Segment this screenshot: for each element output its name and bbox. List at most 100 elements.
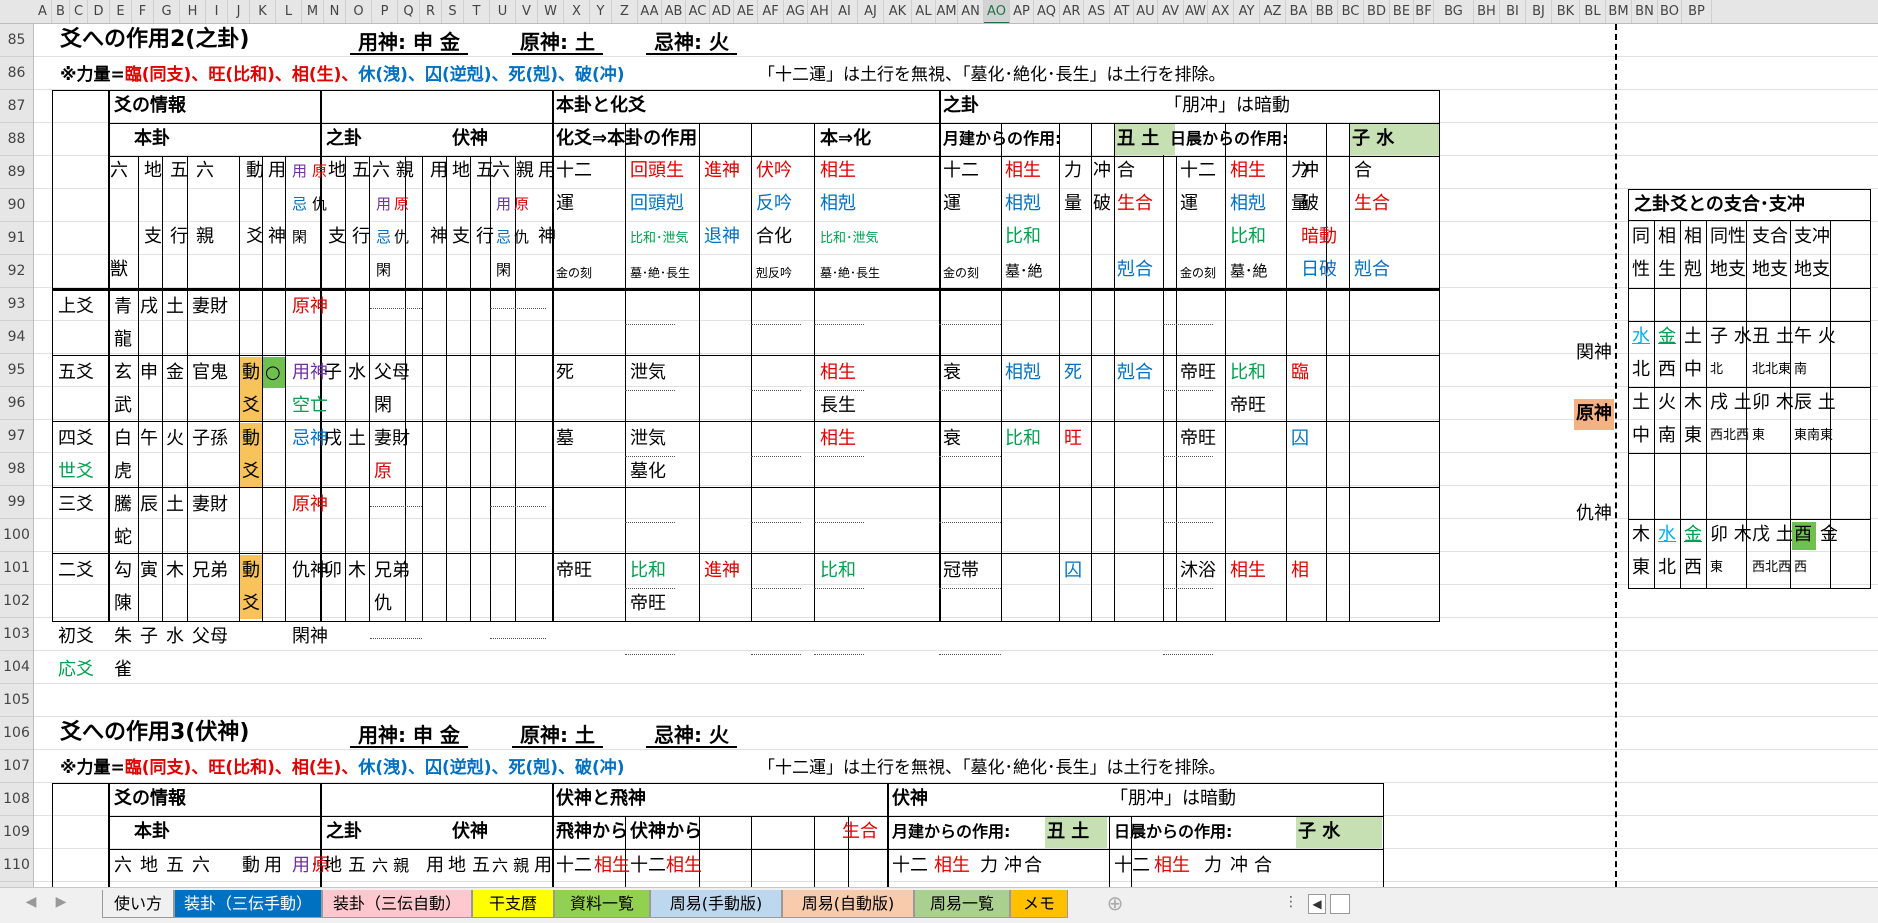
column-header[interactable]: AS bbox=[1084, 0, 1110, 23]
column-header[interactable]: BD bbox=[1364, 0, 1390, 23]
column-header[interactable]: M bbox=[302, 0, 324, 23]
row-header[interactable]: 87 bbox=[0, 90, 33, 123]
column-header[interactable]: AZ bbox=[1260, 0, 1286, 23]
row-header[interactable]: 93 bbox=[0, 288, 33, 321]
scroll-left-icon[interactable]: ◀ bbox=[1308, 894, 1326, 914]
column-header[interactable]: W bbox=[538, 0, 564, 23]
row-header[interactable]: 95 bbox=[0, 354, 33, 387]
row-header[interactable]: 88 bbox=[0, 123, 33, 156]
sheet-tab[interactable]: 装卦（三伝手動） bbox=[174, 890, 322, 918]
column-header[interactable]: K bbox=[250, 0, 276, 23]
row-header[interactable]: 86 bbox=[0, 57, 33, 90]
column-header[interactable]: BJ bbox=[1526, 0, 1552, 23]
prev-sheet-icon[interactable]: ◀ bbox=[22, 894, 40, 910]
row-header[interactable]: 92 bbox=[0, 255, 33, 288]
column-header[interactable]: AF bbox=[758, 0, 784, 23]
sheet-tab[interactable]: 周易(自動版) bbox=[782, 890, 914, 918]
column-header[interactable]: Y bbox=[590, 0, 612, 23]
column-header[interactable]: Z bbox=[612, 0, 638, 23]
row-header[interactable]: 85 bbox=[0, 24, 33, 57]
row-header[interactable]: 103 bbox=[0, 618, 33, 651]
column-header[interactable]: F bbox=[132, 0, 154, 23]
column-header[interactable]: BI bbox=[1500, 0, 1526, 23]
row-header[interactable]: 89 bbox=[0, 156, 33, 189]
column-header[interactable]: D bbox=[88, 0, 110, 23]
column-header[interactable]: H bbox=[180, 0, 206, 23]
sheet-tab[interactable]: 周易(手動版) bbox=[650, 890, 782, 918]
column-header[interactable]: BP bbox=[1682, 0, 1712, 23]
column-header[interactable]: BK bbox=[1552, 0, 1580, 23]
column-header[interactable]: BN bbox=[1632, 0, 1658, 23]
column-header[interactable]: AY bbox=[1234, 0, 1260, 23]
column-header[interactable]: BF bbox=[1414, 0, 1434, 23]
column-header[interactable]: BB bbox=[1312, 0, 1338, 23]
row-header[interactable]: 104 bbox=[0, 651, 33, 684]
row-header[interactable]: 96 bbox=[0, 387, 33, 420]
column-header[interactable]: O bbox=[346, 0, 372, 23]
column-header[interactable]: C bbox=[70, 0, 88, 23]
column-header[interactable]: J bbox=[228, 0, 250, 23]
column-header[interactable]: V bbox=[516, 0, 538, 23]
column-header[interactable]: AC bbox=[686, 0, 710, 23]
column-header[interactable]: AU bbox=[1134, 0, 1158, 23]
horizontal-scrollbar[interactable]: ◀ bbox=[1300, 894, 1878, 914]
scroll-thumb[interactable] bbox=[1330, 894, 1350, 914]
row-header[interactable]: 101 bbox=[0, 552, 33, 585]
column-header[interactable]: U bbox=[490, 0, 516, 23]
column-header[interactable]: I bbox=[206, 0, 228, 23]
row-header[interactable]: 106 bbox=[0, 717, 33, 750]
column-header[interactable]: AT bbox=[1110, 0, 1134, 23]
row-header[interactable]: 98 bbox=[0, 453, 33, 486]
column-header[interactable]: BH bbox=[1474, 0, 1500, 23]
column-header[interactable]: BC bbox=[1338, 0, 1364, 23]
row-header[interactable]: 105 bbox=[0, 684, 33, 717]
row-header[interactable]: 91 bbox=[0, 222, 33, 255]
row-header[interactable]: 107 bbox=[0, 750, 33, 783]
sheet-tab[interactable]: 周易一覧 bbox=[914, 890, 1010, 918]
sheet-tab[interactable]: メモ bbox=[1010, 890, 1068, 918]
column-header[interactable]: A bbox=[34, 0, 52, 23]
add-sheet-icon[interactable]: ⊕ bbox=[1106, 891, 1124, 915]
column-header[interactable]: AE bbox=[734, 0, 758, 23]
column-header[interactable]: AN bbox=[958, 0, 984, 23]
column-header[interactable]: AI bbox=[832, 0, 858, 23]
column-header[interactable]: AA bbox=[638, 0, 662, 23]
row-header[interactable]: 110 bbox=[0, 849, 33, 882]
row-header[interactable]: 99 bbox=[0, 486, 33, 519]
column-header[interactable]: G bbox=[154, 0, 180, 23]
column-header[interactable]: E bbox=[110, 0, 132, 23]
column-header[interactable]: BG bbox=[1434, 0, 1474, 23]
column-header[interactable]: N bbox=[324, 0, 346, 23]
row-header[interactable]: 97 bbox=[0, 420, 33, 453]
column-header[interactable]: AD bbox=[710, 0, 734, 23]
column-header[interactable]: R bbox=[420, 0, 442, 23]
sheet-tab[interactable]: 装卦（三伝自動） bbox=[322, 890, 472, 918]
worksheet-grid[interactable]: 爻への作用2(之卦) 用神: 申 金 原神: 土 忌神: 火 ※力量=臨(同支)… bbox=[34, 24, 1878, 887]
column-header[interactable]: BO bbox=[1658, 0, 1682, 23]
column-header[interactable]: BE bbox=[1390, 0, 1414, 23]
row-header[interactable]: 109 bbox=[0, 816, 33, 849]
sheet-tab[interactable]: 資料一覧 bbox=[554, 890, 650, 918]
column-header[interactable]: AW bbox=[1184, 0, 1208, 23]
column-header[interactable]: AG bbox=[784, 0, 808, 23]
column-header[interactable]: B bbox=[52, 0, 70, 23]
column-header[interactable]: AR bbox=[1060, 0, 1084, 23]
column-header[interactable]: AH bbox=[808, 0, 832, 23]
column-header[interactable]: BL bbox=[1580, 0, 1606, 23]
sheet-tab[interactable]: 使い方 bbox=[102, 890, 174, 918]
sheet-tab[interactable]: 干支暦 bbox=[472, 890, 554, 918]
column-header[interactable]: AL bbox=[912, 0, 936, 23]
row-header[interactable]: 90 bbox=[0, 189, 33, 222]
column-header[interactable]: X bbox=[564, 0, 590, 23]
column-header[interactable]: AK bbox=[884, 0, 912, 23]
row-header[interactable]: 108 bbox=[0, 783, 33, 816]
column-header[interactable]: AM bbox=[936, 0, 958, 23]
row-header[interactable]: 102 bbox=[0, 585, 33, 618]
column-header[interactable]: BA bbox=[1286, 0, 1312, 23]
column-header[interactable]: AQ bbox=[1034, 0, 1060, 23]
column-header[interactable]: P bbox=[372, 0, 398, 23]
tab-more-icon[interactable]: ⋮ bbox=[1282, 894, 1300, 910]
column-header[interactable]: AX bbox=[1208, 0, 1234, 23]
column-header[interactable]: AB bbox=[662, 0, 686, 23]
column-header[interactable]: T bbox=[464, 0, 490, 23]
